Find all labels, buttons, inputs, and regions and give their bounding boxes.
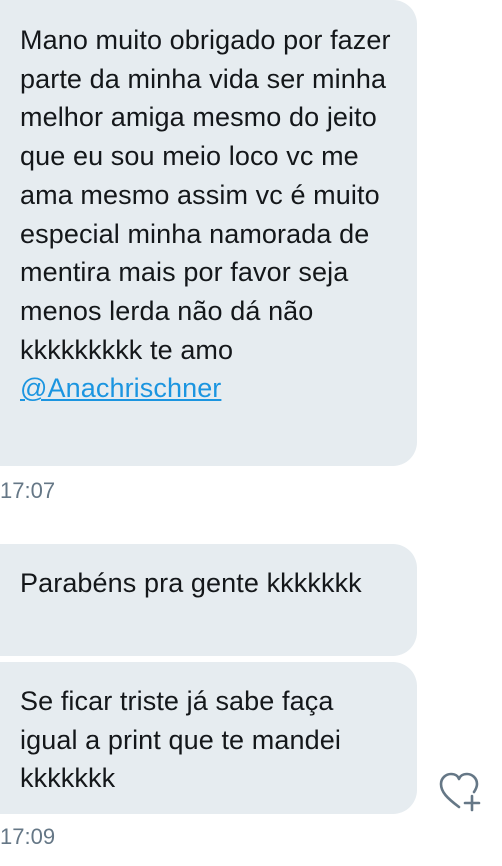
message-bubble: Se ficar triste já sabe faça igual a pri… (0, 662, 417, 814)
heart-plus-icon[interactable] (439, 770, 483, 814)
message-text: Mano muito obrigado por fazer parte da m… (20, 25, 391, 365)
message-text: Se ficar triste já sabe faça igual a pri… (20, 686, 341, 794)
mention-link[interactable]: @Anachrischner (20, 373, 221, 403)
message-timestamp: 17:09 (0, 824, 56, 849)
message-text: Parabéns pra gente kkkkkkk (20, 568, 362, 598)
message-bubble: Parabéns pra gente kkkkkkk (0, 544, 417, 656)
message-bubble: Mano muito obrigado por fazer parte da m… (0, 0, 417, 466)
message-timestamp: 17:07 (0, 478, 56, 503)
heart-plus-icon-graphic (439, 772, 481, 812)
